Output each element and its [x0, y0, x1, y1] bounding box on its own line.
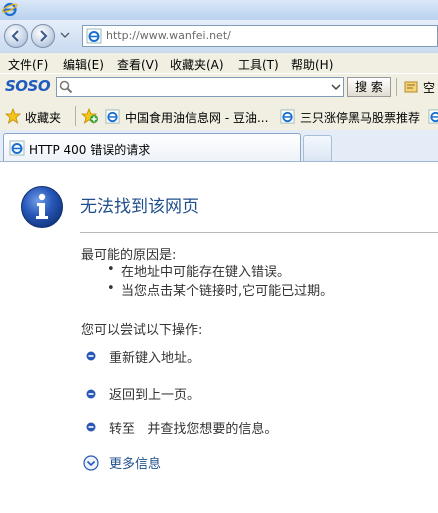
action-goto-search: 转至 并查找您想要的信息。 — [109, 422, 278, 437]
favorites-link-2[interactable]: 三只涨停黑马股票推荐 — [300, 109, 420, 126]
add-favorite-icon[interactable] — [81, 108, 99, 124]
bullet-icon — [86, 389, 96, 399]
soso-search-input[interactable] — [56, 77, 344, 97]
page-ie-icon[interactable] — [428, 109, 438, 124]
search-icon — [59, 80, 73, 94]
menu-view[interactable]: 查看(V) — [117, 56, 159, 73]
soso-logo: SOSO — [5, 77, 51, 95]
action-retype-address[interactable]: 重新键入地址。 — [109, 347, 200, 366]
history-dropdown-icon[interactable] — [60, 30, 70, 40]
new-tab-button[interactable] — [303, 135, 332, 161]
title-bar — [0, 0, 438, 21]
chevron-down-icon[interactable] — [330, 80, 342, 94]
menu-tools[interactable]: 工具(T) — [238, 56, 279, 73]
page-ie-icon — [86, 28, 102, 44]
more-info-link[interactable]: 更多信息 — [109, 453, 161, 472]
toolbar-extra-icon[interactable] — [404, 80, 418, 94]
forward-arrow-icon — [40, 30, 48, 42]
menu-file[interactable]: 文件(F) — [8, 56, 48, 73]
menu-favorites[interactable]: 收藏夹(A) — [170, 56, 224, 73]
info-icon — [21, 186, 63, 228]
bullet-icon: • — [107, 281, 115, 296]
cause-item: 在地址中可能存在键入错误。 — [121, 265, 291, 280]
page-ie-icon — [280, 109, 295, 124]
chevron-down-icon[interactable] — [83, 455, 99, 471]
bullet-icon — [86, 422, 96, 432]
back-arrow-icon — [11, 30, 19, 42]
cause-item: 当您点击某个链接时,它可能已过期。 — [121, 284, 334, 299]
tab-title[interactable]: HTTP 400 错误的请求 — [29, 141, 150, 158]
soso-logo-text: SOSO — [5, 77, 51, 95]
menu-help[interactable]: 帮助(H) — [291, 56, 333, 73]
favorites-divider — [75, 106, 76, 126]
favorites-link-1[interactable]: 中国食用油信息网 - 豆油... — [125, 109, 268, 126]
star-icon[interactable] — [5, 108, 21, 124]
forward-button[interactable] — [31, 24, 55, 48]
bullet-icon: • — [107, 262, 115, 277]
error-page — [0, 162, 438, 513]
title-divider — [80, 232, 438, 233]
toolbar-divider — [396, 78, 397, 96]
favorites-button-label[interactable]: 收藏夹 — [25, 109, 61, 126]
menu-edit[interactable]: 编辑(E) — [63, 56, 104, 73]
back-button[interactable] — [4, 24, 28, 48]
address-url[interactable]: http://www.wanfei.net/ — [106, 29, 231, 42]
toolbar-extra-label[interactable]: 空 — [423, 79, 435, 96]
try-heading: 您可以尝试以下操作: — [81, 323, 203, 338]
page-title: 无法找到该网页 — [80, 197, 199, 217]
page-ie-icon — [9, 140, 25, 156]
bullet-icon — [86, 351, 96, 361]
page-ie-icon — [105, 109, 120, 124]
ie-logo-icon — [2, 2, 18, 17]
soso-search-button[interactable]: 搜 索 — [347, 77, 391, 97]
action-go-back[interactable]: 返回到上一页。 — [109, 384, 200, 403]
